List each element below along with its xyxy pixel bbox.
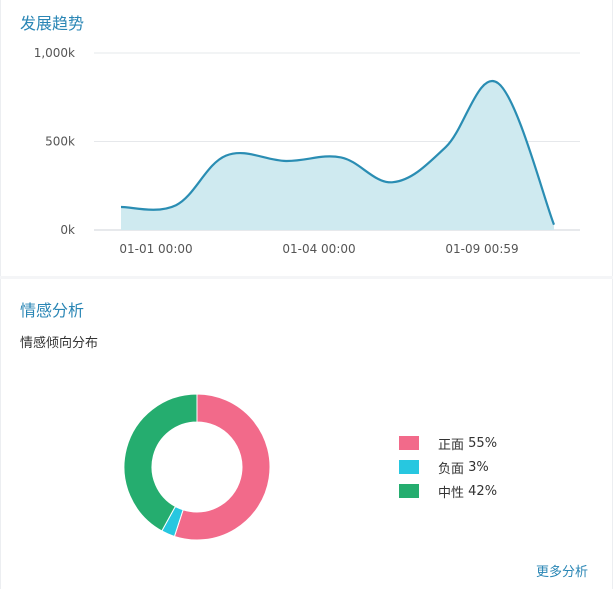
sentiment-legend: 正面 55% 负面 3% 中性 42% [399, 431, 497, 503]
sentiment-subtitle: 情感倾向分布 [20, 336, 99, 351]
legend-item[interactable]: 正面 55% [399, 431, 497, 455]
x-tick-label: 01-04 00:00 [282, 242, 355, 256]
sentiment-card: 情感分析 情感倾向分布 正面 55% 负面 3% 中性 42% 更多分析 [0, 279, 613, 589]
legend-swatch [399, 436, 419, 450]
trend-card: 发展趋势 0k 500k 1,000k 01-01 00:00 01-04 00:00 0… [0, 0, 613, 276]
y-tick-label: 0k [60, 223, 75, 237]
legend-label: 中性 [438, 485, 465, 501]
legend-label: 正面 [438, 437, 465, 453]
legend-item[interactable]: 中性 42% [399, 479, 497, 503]
legend-swatch [399, 460, 419, 474]
more-analysis-link[interactable]: 更多分析 [536, 561, 588, 580]
legend-percent: 42% [468, 483, 498, 499]
x-tick-label: 01-01 00:00 [119, 242, 192, 256]
sentiment-title: 情感分析 [20, 301, 85, 320]
x-tick-label: 01-09 00:59 [445, 242, 518, 256]
legend-item[interactable]: 负面 3% [399, 455, 497, 479]
sentiment-donut-chart [123, 393, 271, 541]
y-tick-label: 1,000k [34, 46, 75, 60]
legend-percent: 55% [468, 435, 498, 451]
legend-percent: 3% [468, 459, 489, 475]
legend-label: 负面 [438, 461, 465, 477]
trend-chart: 0k 500k 1,000k 01-01 00:00 01-04 00:00 01-09 … [34, 46, 580, 256]
y-tick-label: 500k [45, 135, 75, 149]
legend-swatch [399, 484, 419, 498]
area-fill [121, 80, 554, 230]
